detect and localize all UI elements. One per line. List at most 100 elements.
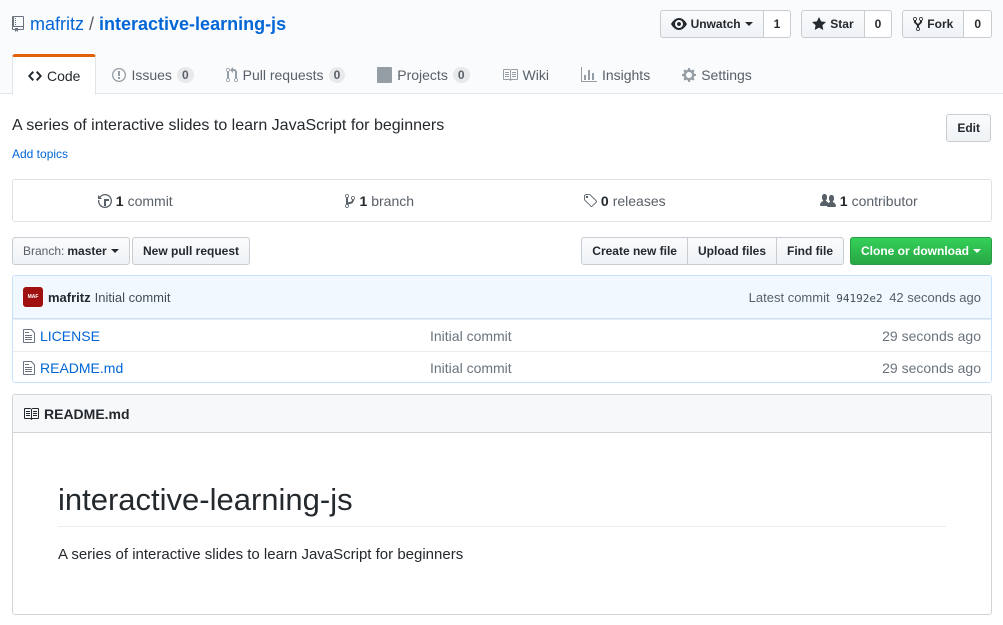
edit-description-button[interactable]: Edit xyxy=(946,114,991,142)
repo-title: mafritz / interactive-learning-js xyxy=(12,13,286,35)
book-icon xyxy=(502,67,518,83)
tab-issues-label: Issues xyxy=(131,66,172,83)
readme: README.md interactive-learning-js A seri… xyxy=(12,394,992,615)
repo-owner-link[interactable]: mafritz xyxy=(30,14,84,35)
pagehead-actions: Unwatch 1 Star 0 Fork 0 xyxy=(650,10,992,38)
watchers-count[interactable]: 1 xyxy=(763,10,792,38)
tab-projects-label: Projects xyxy=(397,66,448,83)
commits-label: commit xyxy=(127,192,173,209)
fork-icon xyxy=(913,16,924,32)
releases-count: 0 xyxy=(600,192,609,209)
commit-tease: MAF mafritz Initial commit Latest commit… xyxy=(13,276,991,319)
tab-settings-label: Settings xyxy=(701,66,752,83)
avatar[interactable]: MAF xyxy=(23,287,43,307)
find-file-button[interactable]: Find file xyxy=(776,237,844,265)
contributors-link[interactable]: 1 contributor xyxy=(747,193,992,209)
project-icon xyxy=(377,66,393,83)
file-age: 29 seconds ago xyxy=(882,359,981,376)
gear-icon xyxy=(682,67,697,83)
tag-icon xyxy=(583,193,597,209)
tab-settings[interactable]: Settings xyxy=(666,54,768,94)
tab-pull-requests[interactable]: Pull requests 0 xyxy=(210,54,362,94)
tab-code[interactable]: Code xyxy=(12,54,97,95)
contributors-label: contributor xyxy=(851,192,918,209)
file-list: MAF mafritz Initial commit Latest commit… xyxy=(12,275,992,383)
file-commit-message-link[interactable]: Initial commit xyxy=(430,360,512,376)
fork-label: Fork xyxy=(927,17,954,31)
tab-pull-requests-label: Pull requests xyxy=(242,66,324,83)
add-topics-link[interactable]: Add topics xyxy=(12,147,68,161)
tab-insights-label: Insights xyxy=(601,66,651,83)
branch-select-button[interactable]: Branch: master xyxy=(12,237,130,265)
tab-projects[interactable]: Projects 0 xyxy=(361,54,485,94)
branches-link[interactable]: 1 branch xyxy=(258,193,503,209)
tab-wiki[interactable]: Wiki xyxy=(486,54,565,94)
fork-button[interactable]: Fork xyxy=(902,10,965,38)
forks-count[interactable]: 0 xyxy=(964,10,992,38)
tab-wiki-label: Wiki xyxy=(522,66,549,83)
file-commit-message-link[interactable]: Initial commit xyxy=(430,328,512,344)
readme-filename: README.md xyxy=(44,405,130,422)
repo-header: mafritz / interactive-learning-js Unwatc… xyxy=(0,0,1003,95)
chevron-down-icon xyxy=(110,249,119,253)
book-icon xyxy=(23,406,39,422)
fork-group: Fork 0 xyxy=(902,10,992,38)
file-icon xyxy=(23,328,35,344)
commit-sha-link[interactable]: 94192e2 xyxy=(836,292,882,305)
code-icon xyxy=(28,68,42,84)
issue-opened-icon xyxy=(112,67,127,83)
history-icon xyxy=(97,193,112,209)
readme-paragraph: A series of interactive slides to learn … xyxy=(58,546,464,563)
table-row: README.md Initial commit 29 seconds ago xyxy=(13,351,991,382)
contributors-count: 1 xyxy=(839,192,848,209)
repo-title-separator: / xyxy=(89,13,95,34)
git-branch-icon xyxy=(345,193,356,209)
watch-group: Unwatch 1 xyxy=(659,10,792,38)
tab-code-label: Code xyxy=(47,68,81,84)
branches-count: 1 xyxy=(359,192,368,209)
commits-link[interactable]: 1 commit xyxy=(13,193,258,209)
star-icon xyxy=(812,16,827,32)
repo-name-link[interactable]: interactive-learning-js xyxy=(99,14,286,35)
upload-files-button[interactable]: Upload files xyxy=(686,237,777,265)
numbers-summary: 1 commit 1 branch 0 releases 1 contribut… xyxy=(12,179,992,222)
file-name-link[interactable]: README.md xyxy=(40,360,430,376)
chevron-down-icon xyxy=(973,249,981,253)
create-new-file-button[interactable]: Create new file xyxy=(581,237,688,265)
star-label: Star xyxy=(830,17,854,31)
stargazers-count[interactable]: 0 xyxy=(864,10,893,38)
tab-insights[interactable]: Insights xyxy=(565,54,666,94)
branch-select-label: Branch: xyxy=(23,244,65,258)
repo-icon xyxy=(12,16,24,32)
git-pull-request-icon xyxy=(225,66,238,83)
unwatch-button[interactable]: Unwatch xyxy=(659,10,764,38)
issues-counter: 0 xyxy=(176,66,194,83)
releases-label: releases xyxy=(612,192,666,209)
clone-label: Clone or download xyxy=(861,244,969,258)
commit-meta: Latest commit 94192e2 42 seconds ago xyxy=(749,290,981,305)
graph-icon xyxy=(580,66,597,83)
unwatch-label: Unwatch xyxy=(690,17,741,31)
file-icon xyxy=(23,360,35,376)
organization-icon xyxy=(819,193,836,209)
clone-or-download-button[interactable]: Clone or download xyxy=(850,237,992,265)
commits-count: 1 xyxy=(115,192,124,209)
file-age: 29 seconds ago xyxy=(882,327,981,344)
star-button[interactable]: Star xyxy=(801,10,865,38)
repo-nav: Code Issues 0 Pull requests 0 Projects 0 xyxy=(12,54,768,95)
readme-header: README.md xyxy=(13,395,991,433)
new-pull-request-button[interactable]: New pull request xyxy=(132,237,251,265)
commit-message-link[interactable]: Initial commit xyxy=(95,290,171,305)
tab-issues[interactable]: Issues 0 xyxy=(96,54,209,94)
file-name-link[interactable]: LICENSE xyxy=(40,328,430,344)
latest-commit-label: Latest commit xyxy=(748,289,830,305)
commit-author-link[interactable]: mafritz xyxy=(48,290,91,305)
commit-age: 42 seconds ago xyxy=(889,289,981,305)
releases-link[interactable]: 0 releases xyxy=(502,193,747,209)
table-row: LICENSE Initial commit 29 seconds ago xyxy=(13,319,991,351)
branch-name: master xyxy=(67,244,107,258)
projects-counter: 0 xyxy=(452,66,470,83)
chevron-down-icon xyxy=(744,22,753,26)
readme-title: interactive-learning-js xyxy=(58,482,946,527)
repo-description: A series of interactive slides to learn … xyxy=(12,117,445,134)
